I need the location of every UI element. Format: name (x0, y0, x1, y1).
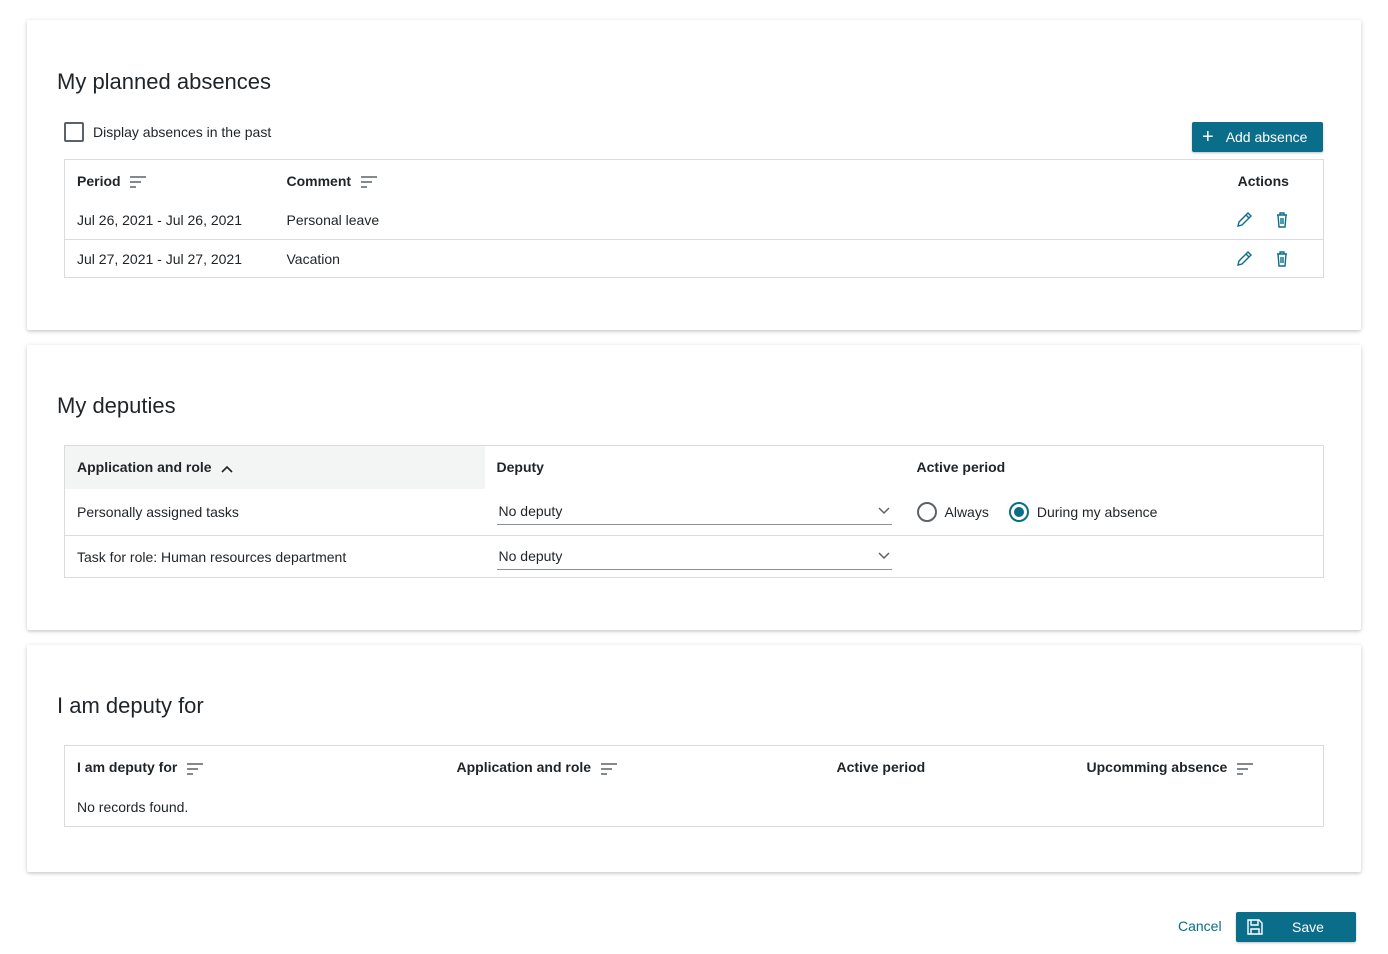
table-row: No records found. (65, 789, 1324, 827)
app-role-header[interactable]: Application and role (445, 746, 825, 789)
sort-icon[interactable] (187, 762, 204, 775)
save-button[interactable]: Save (1236, 912, 1356, 942)
deputies-title: My deputies (57, 393, 176, 418)
radio-circle[interactable] (916, 501, 937, 522)
active-period-header: Active period (836, 759, 926, 776)
radio-during-absence[interactable]: During my absence (1008, 501, 1158, 522)
active-period-cell (905, 536, 1324, 578)
comment-cell: Personal leave (286, 212, 380, 229)
deputy-header: Deputy (496, 459, 544, 476)
deputy-select-value: No deputy (498, 548, 563, 564)
table-row: Jul 27, 2021 - Jul 27, 2021 Vacation (65, 240, 1324, 278)
app-role-cell: Task for role: Human resources departmen… (77, 548, 347, 565)
planned-absences-card: My planned absences Display absences in … (27, 20, 1361, 330)
deputy-for-card: I am deputy for I am deputy for Applicat… (27, 645, 1361, 872)
add-absence-label: Add absence (1225, 129, 1308, 145)
actions-cell (1204, 202, 1324, 240)
table-row: Task for role: Human resources departmen… (65, 536, 1324, 578)
actions-header: Actions (1237, 172, 1289, 189)
period-cell: Jul 26, 2021 - Jul 26, 2021 (77, 212, 243, 229)
deputy-for-header[interactable]: I am deputy for (65, 746, 445, 789)
planned-absences-title: My planned absences (57, 69, 272, 94)
active-period-cell: Always During my absence (905, 489, 1324, 536)
sort-icon[interactable] (130, 176, 147, 188)
table-row: Personally assigned tasks No deputy Alwa… (64, 489, 1324, 536)
deputy-cell: No deputy (485, 536, 905, 578)
app-role-header[interactable]: Application and role (64, 445, 485, 489)
sort-icon[interactable] (360, 176, 377, 188)
show-past-checkbox-row[interactable]: Display absences in the past (64, 122, 271, 142)
add-absence-button[interactable]: + Add absence (1192, 122, 1323, 152)
deputy-cell: No deputy (485, 489, 905, 536)
upcoming-absence-header[interactable]: Upcomming absence (1075, 746, 1324, 789)
deputies-card: My deputies Application and role Deputy … (27, 345, 1361, 630)
empty-message: No records found. (77, 799, 189, 816)
edit-pencil-icon[interactable] (1233, 209, 1255, 231)
radio-label: Always (944, 503, 989, 520)
deputy-select-value: No deputy (498, 503, 563, 520)
save-label: Save (1292, 919, 1324, 935)
active-period-header: Active period (916, 459, 1006, 476)
actions-cell (1204, 240, 1324, 278)
plus-icon: + (1202, 126, 1214, 148)
deputies-table: Application and role Deputy Active perio… (64, 445, 1324, 578)
comment-header[interactable]: Comment (275, 160, 1204, 202)
chevron-down-icon (877, 507, 890, 515)
radio-label: During my absence (1036, 503, 1158, 520)
table-header-row: Period Comment Actions (65, 160, 1324, 202)
deputy-select[interactable]: No deputy (496, 544, 892, 570)
deputy-for-table: I am deputy for Application and role Act… (64, 745, 1324, 827)
delete-trash-icon[interactable] (1271, 248, 1293, 270)
deputy-select[interactable]: No deputy (496, 499, 892, 525)
sort-icon[interactable] (1237, 762, 1254, 775)
comment-cell: Vacation (286, 250, 340, 267)
chevron-down-icon (877, 552, 890, 560)
period-header[interactable]: Period (65, 160, 275, 202)
app-role-cell: Personally assigned tasks (77, 503, 239, 520)
radio-circle-checked[interactable] (1008, 501, 1029, 522)
radio-always[interactable]: Always (916, 501, 989, 522)
chevron-up-icon[interactable] (221, 464, 234, 474)
period-cell: Jul 27, 2021 - Jul 27, 2021 (77, 250, 243, 267)
deputy-for-title: I am deputy for (57, 693, 204, 718)
sort-icon[interactable] (600, 762, 617, 775)
absences-table: Period Comment Actions Jul 26, 2021 - Ju… (64, 159, 1324, 278)
table-header-row: I am deputy for Application and role Act… (65, 746, 1324, 789)
active-period-radio-group: Always During my absence (916, 501, 1312, 522)
cancel-link[interactable]: Cancel (1178, 918, 1222, 934)
delete-trash-icon[interactable] (1271, 209, 1293, 231)
edit-pencil-icon[interactable] (1233, 248, 1255, 270)
show-past-label: Display absences in the past (93, 124, 272, 140)
show-past-checkbox[interactable] (64, 122, 84, 142)
table-row: Jul 26, 2021 - Jul 26, 2021 Personal lea… (64, 202, 1324, 240)
table-header-row: Application and role Deputy Active perio… (64, 445, 1324, 489)
save-disk-icon (1247, 919, 1263, 935)
